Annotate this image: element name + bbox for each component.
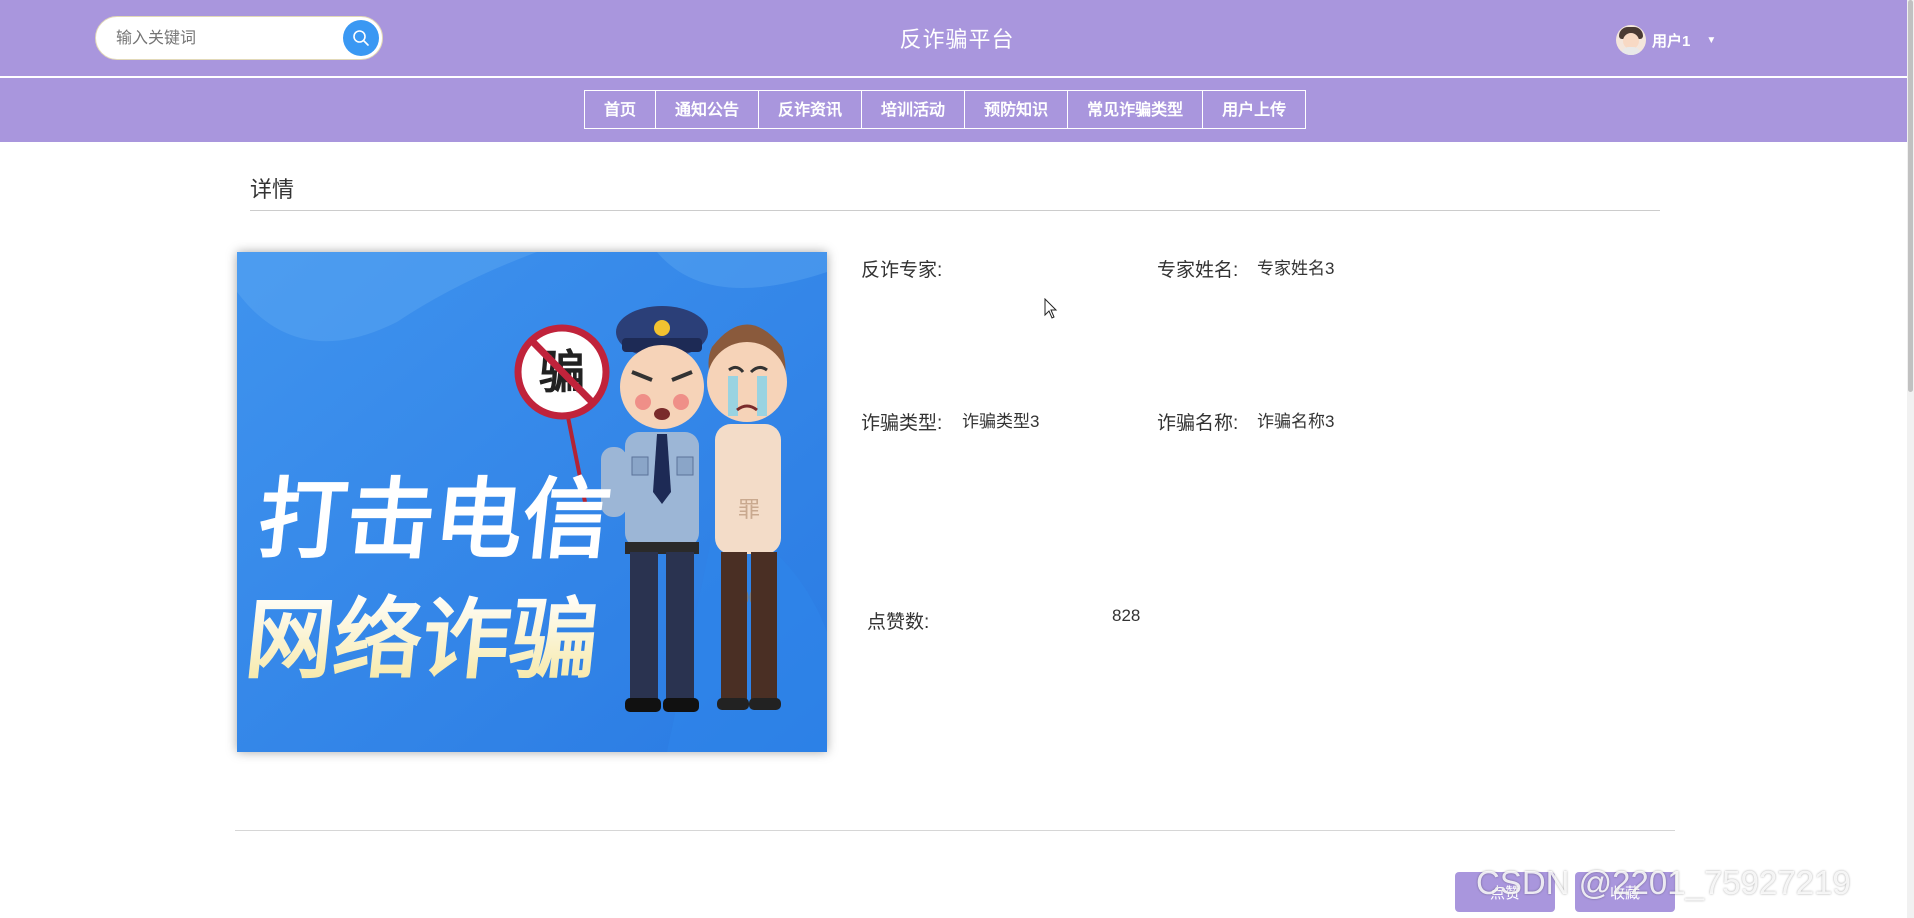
avatar — [1616, 25, 1646, 55]
watermark: CSDN @2201_75927219 — [1476, 864, 1851, 901]
fraud-type-value: 诈骗类型3 — [962, 412, 1040, 431]
nav-item-training[interactable]: 培训活动 — [862, 91, 966, 128]
mouse-cursor-icon — [1044, 298, 1058, 319]
nav-bar: 首页 通知公告 反诈资讯 培训活动 预防知识 常见诈骗类型 用户上传 — [0, 78, 1914, 142]
nav-item-news[interactable]: 反诈资讯 — [759, 91, 863, 128]
fraud-name-label: 诈骗名称: — [1157, 413, 1239, 434]
top-header: 反诈骗平台 用户1 ▼ — [0, 0, 1914, 76]
likes-value: 828 — [1112, 606, 1141, 625]
expert-label: 反诈专家: — [861, 260, 943, 281]
likes-label: 点赞数: — [867, 612, 930, 633]
section-title: 详情 — [250, 177, 295, 202]
detail-image: 骗 — [237, 252, 827, 752]
bottom-divider — [235, 830, 1675, 831]
svg-text:罪: 罪 — [738, 498, 760, 523]
nav-item-fraud-types[interactable]: 常见诈骗类型 — [1068, 91, 1204, 128]
caret-down-icon: ▼ — [1706, 34, 1717, 46]
nav-item-notices[interactable]: 通知公告 — [656, 91, 760, 128]
page: 反诈骗平台 用户1 ▼ 首页 通知公告 反诈资讯 培训活动 预防知识 常见诈骗类… — [0, 0, 1914, 918]
nav-item-home[interactable]: 首页 — [585, 91, 657, 128]
user-name: 用户1 — [1652, 32, 1691, 50]
fraud-name-value: 诈骗名称3 — [1257, 412, 1335, 431]
main-nav: 首页 通知公告 反诈资讯 培训活动 预防知识 常见诈骗类型 用户上传 — [584, 90, 1307, 129]
expert-name-value: 专家姓名3 — [1257, 259, 1335, 278]
poster-line-2: 网络诈骗 — [241, 588, 604, 691]
user-menu[interactable]: 用户1 ▼ — [1616, 24, 1716, 56]
nav-item-user-upload[interactable]: 用户上传 — [1203, 91, 1305, 128]
nav-item-prevention[interactable]: 预防知识 — [965, 91, 1069, 128]
anti-fraud-poster: 骗 — [237, 252, 827, 752]
fraud-type-label: 诈骗类型: — [861, 413, 943, 434]
poster-line-1: 打击电信 — [253, 468, 616, 571]
expert-name-label: 专家姓名: — [1157, 260, 1239, 281]
scrollbar-thumb[interactable] — [1908, 0, 1913, 392]
section-divider — [250, 210, 1660, 211]
